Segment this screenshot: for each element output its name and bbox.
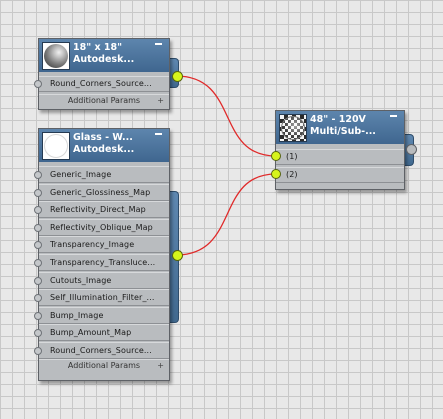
node-tile-material[interactable]: 18" x 18" Autodesk... Round_Corners_Sour… bbox=[34, 38, 186, 110]
additional-params-rollout[interactable]: Additional Params + bbox=[39, 359, 169, 371]
input-pin-icon[interactable] bbox=[34, 329, 42, 338]
input-pin-icon[interactable] bbox=[271, 169, 281, 179]
node-multi-sub-material[interactable]: 48" - 120V Multi/Sub-... (1) (2) bbox=[271, 110, 420, 192]
input-slot-label: Generic_Glossiness_Map bbox=[50, 187, 151, 197]
input-slot-1[interactable]: (1) bbox=[276, 149, 404, 165]
input-pin-icon[interactable] bbox=[34, 223, 42, 232]
input-slot[interactable]: Reflectivity_Oblique_Map bbox=[34, 218, 169, 236]
input-slot[interactable]: Generic_Image bbox=[34, 166, 169, 183]
node-body: 18" x 18" Autodesk... Round_Corners_Sour… bbox=[34, 38, 170, 110]
input-slot-label: Transparency_Transluce... bbox=[50, 258, 156, 267]
node-header[interactable]: 18" x 18" Autodesk... bbox=[39, 39, 169, 72]
input-pin-icon[interactable] bbox=[34, 311, 42, 320]
plus-icon[interactable]: + bbox=[157, 360, 164, 372]
input-slot-2[interactable]: (2) bbox=[276, 167, 404, 183]
material-preview-thumbnail bbox=[42, 132, 70, 160]
node-title: 48" - 120V Multi/Sub-... bbox=[310, 114, 376, 137]
input-slot[interactable]: Round_Corners_Source... bbox=[34, 342, 169, 359]
minus-icon[interactable] bbox=[154, 39, 167, 48]
plus-icon[interactable]: + bbox=[157, 95, 164, 107]
input-pin-icon[interactable] bbox=[34, 276, 42, 285]
wire-glass-to-slot2 bbox=[175, 173, 277, 256]
input-pin-icon[interactable] bbox=[34, 259, 42, 267]
input-slot[interactable]: Bump_Image bbox=[34, 306, 169, 324]
input-pin-icon[interactable] bbox=[34, 171, 42, 179]
node-title: Glass - W... Autodesk... bbox=[73, 132, 135, 155]
output-socket-icon[interactable] bbox=[172, 250, 183, 261]
input-slot-label: Round_Corners_Source... bbox=[50, 346, 152, 355]
input-slot[interactable]: Transparency_Transluce... bbox=[34, 254, 169, 271]
input-slot-label: Reflectivity_Direct_Map bbox=[50, 205, 146, 215]
node-header[interactable]: Glass - W... Autodesk... bbox=[39, 129, 169, 162]
wire-tile-to-slot1 bbox=[175, 75, 277, 157]
node-header[interactable]: 48" - 120V Multi/Sub-... bbox=[276, 111, 404, 144]
input-slot[interactable]: Self_Illumination_Filter_... bbox=[34, 289, 169, 307]
node-body: Glass - W... Autodesk... Generic_Image Ge… bbox=[34, 128, 170, 381]
input-slot[interactable]: Cutouts_Image bbox=[34, 271, 169, 289]
input-pin-icon[interactable] bbox=[34, 206, 42, 215]
input-slot-label: Transparency_Image bbox=[50, 240, 135, 250]
additional-params-rollout[interactable]: Additional Params + bbox=[39, 94, 169, 106]
material-preview-thumbnail bbox=[279, 114, 307, 142]
input-slot-label: Self_Illumination_Filter_... bbox=[50, 293, 155, 303]
input-slot-label: Bump_Image bbox=[50, 310, 104, 320]
input-slot-label: Cutouts_Image bbox=[50, 275, 112, 285]
input-pin-icon[interactable] bbox=[34, 347, 42, 355]
output-socket-icon[interactable] bbox=[172, 71, 183, 82]
node-glass-material[interactable]: Glass - W... Autodesk... Generic_Image Ge… bbox=[34, 128, 186, 383]
material-preview-thumbnail bbox=[42, 42, 70, 70]
input-pin-icon[interactable] bbox=[34, 80, 42, 88]
input-slot[interactable]: Generic_Glossiness_Map bbox=[34, 183, 169, 201]
input-pin-icon[interactable] bbox=[34, 294, 42, 303]
input-slot[interactable]: Reflectivity_Direct_Map bbox=[34, 201, 169, 219]
input-slot-label: Reflectivity_Oblique_Map bbox=[50, 222, 153, 232]
output-socket-icon[interactable] bbox=[406, 144, 417, 155]
input-slot-label: Bump_Amount_Map bbox=[50, 328, 132, 338]
node-body: 48" - 120V Multi/Sub-... (1) (2) bbox=[275, 110, 405, 190]
input-pin-icon[interactable] bbox=[34, 188, 42, 197]
input-slot[interactable]: Transparency_Image bbox=[34, 236, 169, 254]
input-slot[interactable]: Bump_Amount_Map bbox=[34, 324, 169, 342]
input-slot-label: Generic_Image bbox=[50, 170, 112, 179]
minus-icon[interactable] bbox=[389, 111, 402, 120]
input-pin-icon[interactable] bbox=[34, 241, 42, 250]
node-title: 18" x 18" Autodesk... bbox=[73, 42, 135, 65]
input-pin-icon[interactable] bbox=[271, 151, 281, 161]
input-slot-round-corners[interactable]: Round_Corners_Source... bbox=[34, 76, 169, 92]
minus-icon[interactable] bbox=[154, 129, 167, 138]
